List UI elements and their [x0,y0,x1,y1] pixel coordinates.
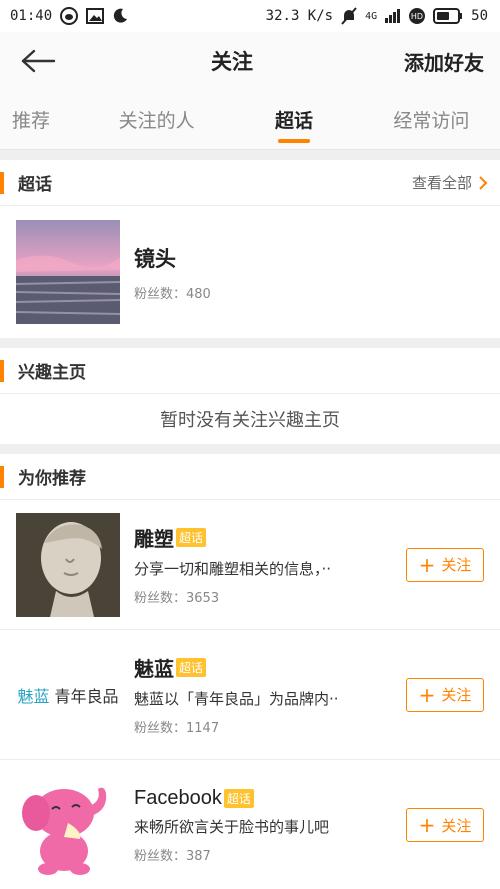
empty-state-text: 暂时没有关注兴趣主页 [160,410,340,431]
meilan-logo: 魅蓝 青年良品 [17,686,119,706]
add-friends-button[interactable]: 添加好友 [404,47,484,76]
battery-icon [433,8,463,24]
hd-icon: HD [409,8,426,24]
topic-thumbnail [15,220,121,324]
supertopic-badge: 超话 [176,528,207,547]
topic-name: 雕塑 [134,527,174,551]
supertopic-badge: 超话 [223,788,254,808]
network-type: 4G [365,10,378,22]
interest-section-header: 兴趣主页 [0,348,500,394]
sculpture-thumbnail [16,512,120,617]
image-icon [86,8,105,24]
network-speed: 32.3 K/s [265,8,334,24]
weibo-icon [60,7,79,25]
fan-count: 粉丝数：3653 [134,591,220,606]
plus-icon: + [418,682,436,707]
recommend-item[interactable]: 雕塑 超话 分享一切和雕塑相关的信息，·· 粉丝数：3653 + 关注 [0,500,500,630]
follow-button[interactable]: + 关注 [406,547,484,582]
follow-button[interactable]: + 关注 [406,677,484,712]
plus-icon: + [418,552,436,577]
topic-name: 魅蓝 [134,657,174,681]
topic-description: 分享一切和雕塑相关的信息，·· [134,560,332,578]
topic-name: 镜头 [134,246,176,271]
fan-count: 粉丝数：1147 [134,721,220,736]
status-bar: 01:40 32.3 K/s 4G HD 50 [0,0,500,32]
mute-icon [341,7,357,25]
section-divider [0,338,500,348]
section-divider [0,444,500,454]
moon-icon [112,8,128,24]
section-divider [0,150,500,160]
supertopic-section-header: 超话 查看全部 [0,160,500,206]
see-all-link[interactable]: 查看全部 [412,172,488,193]
tab-recommend[interactable]: 推荐 [0,90,88,149]
recommend-item[interactable]: 魅蓝 青年良品 魅蓝 超话 魅蓝以「青年良品」为品牌内·· 粉丝数：1147 +… [0,630,500,760]
topic-description: 来畅所欲言关于脸书的事儿吧 [134,817,330,836]
supertopic-item[interactable]: 镜头 粉丝数：480 [0,206,500,338]
follow-button[interactable]: + 关注 [406,808,484,842]
fan-count: 粉丝数：387 [134,848,211,864]
section-title: 兴趣主页 [18,363,86,383]
tab-supertopic[interactable]: 超话 [225,90,362,149]
back-button[interactable] [20,41,60,81]
fan-count: 粉丝数：480 [134,286,211,302]
topic-name: Facebook [134,786,222,809]
section-title: 为你推荐 [18,469,86,489]
battery-level: 50 [471,8,488,24]
recommend-item[interactable]: Facebook 超话 来畅所欲言关于脸书的事儿吧 粉丝数：387 + 关注 [0,760,500,889]
see-all-label: 查看全部 [411,174,472,192]
tab-following-people[interactable]: 关注的人 [88,90,225,149]
topic-description: 魅蓝以「青年良品」为品牌内·· [134,690,339,708]
plus-icon: + [418,813,436,837]
svg-text:HD: HD [411,12,423,21]
elephant-mascot-thumbnail [16,773,120,877]
recommend-section-header: 为你推荐 [0,454,500,500]
page-title: 关注 [211,50,253,74]
tab-frequent-visits[interactable]: 经常访问 [363,90,500,149]
tab-bar: 推荐 关注的人 超话 经常访问 [0,90,500,150]
supertopic-badge: 超话 [176,658,207,677]
chevron-right-icon [479,175,488,190]
signal-icon [385,9,401,23]
back-arrow-icon [21,49,56,73]
section-title: 超话 [18,175,52,195]
navigation-bar: 关注 添加好友 [0,32,500,90]
clock: 01:40 [10,8,53,24]
